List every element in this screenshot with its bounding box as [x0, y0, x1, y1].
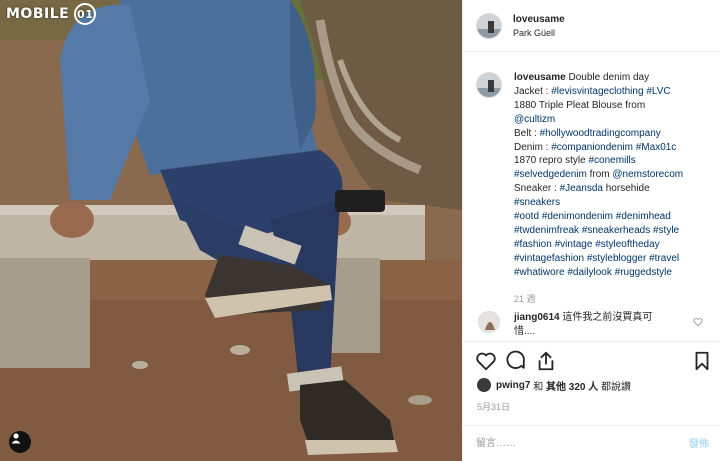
comment-text: jiang0614 這件我之前沒買真可 惜....: [514, 311, 684, 338]
heart-icon: [476, 352, 496, 371]
caption-line: #vintagefashion #styleblogger #travel: [514, 252, 714, 266]
bookmark-icon: [695, 351, 709, 371]
caption-text-segment: Sneaker :: [514, 183, 560, 195]
hashtag-link[interactable]: #Jeansda: [560, 183, 603, 194]
caption-text-segment: Belt :: [514, 127, 540, 139]
hashtag-link[interactable]: #travel: [649, 253, 679, 264]
avatar[interactable]: [476, 13, 502, 39]
person-icon: [11, 433, 21, 444]
comment-body-line2: 惜....: [514, 325, 536, 337]
caption-line: #selvedgedenim from @nemstorecom: [514, 168, 714, 182]
caption-text-segment: 1870 repro style: [514, 155, 589, 167]
photo-scene: [0, 0, 462, 461]
hashtag-link[interactable]: #vintagefashion: [514, 253, 584, 264]
hashtag-link[interactable]: #denimhead: [616, 211, 671, 222]
hashtag-link[interactable]: #Max01c: [636, 142, 677, 153]
save-button[interactable]: [691, 350, 713, 372]
commenter-username[interactable]: jiang0614: [514, 312, 560, 323]
like-button[interactable]: [475, 350, 497, 372]
caption-text-segment: 1880 Triple Pleat Blouse from: [514, 99, 646, 111]
site-watermark: MOBILE 01: [6, 3, 97, 25]
caption-text-segment: Double denim day: [568, 72, 650, 83]
comment-button[interactable]: [505, 350, 527, 372]
hashtag-link[interactable]: #companiondenim: [551, 142, 633, 153]
caption-line: Belt : #hollywoodtradingcompany: [514, 127, 714, 141]
hashtag-link[interactable]: #whatiwore: [514, 267, 565, 278]
caption-text-segment: Jacket :: [514, 85, 552, 97]
avatar-image: [477, 73, 501, 97]
caption-time-ago: 21 週: [514, 294, 536, 304]
caption-line: 1880 Triple Pleat Blouse from: [514, 99, 714, 113]
comment-item: jiang0614 這件我之前沒買真可 惜....: [463, 305, 720, 341]
comment-body-line1: 這件我之前沒買真可: [562, 312, 653, 323]
hashtag-link[interactable]: #style: [653, 225, 679, 236]
post-header: loveusame Park Güell: [463, 0, 720, 52]
comment-input[interactable]: [476, 434, 656, 452]
post-date: 5月31日: [477, 402, 511, 412]
liker-avatar[interactable]: [477, 378, 491, 392]
likes-others-link[interactable]: 其他 320 人: [546, 378, 598, 393]
avatar-image: [479, 312, 499, 332]
hashtag-link[interactable]: #levisvintageclothing: [551, 86, 643, 97]
hashtag-link[interactable]: #styleoftheday: [595, 239, 660, 250]
hashtag-link[interactable]: @nemstorecom: [612, 169, 683, 180]
post-username[interactable]: loveusame: [513, 14, 565, 25]
caption-line: 1870 repro style #conemills: [514, 154, 714, 168]
caption-line: Jacket : #levisvintageclothing #LVC: [514, 85, 714, 99]
hashtag-link[interactable]: #ruggedstyle: [615, 267, 672, 278]
user-tag-icon[interactable]: [9, 431, 31, 453]
hashtag-link[interactable]: #styleblogger: [587, 253, 646, 264]
caption-text: loveusame Double denim day Jacket : #levi…: [514, 71, 714, 280]
hashtag-link[interactable]: #ootd: [514, 211, 539, 222]
hashtag-link[interactable]: #fashion: [514, 239, 552, 250]
likes-and: 和: [530, 381, 547, 393]
hashtag-link[interactable]: @cultizm: [514, 114, 555, 125]
avatar[interactable]: [476, 72, 502, 98]
caption-line: Sneaker : #Jeansda horsehide: [514, 182, 714, 196]
likes-summary: pwing7 和 其他 320 人 都說讚: [477, 377, 631, 393]
caption-line: #ootd #denimondenim #denimhead: [514, 210, 714, 224]
liker-username[interactable]: pwing7: [496, 380, 530, 391]
action-bar: [463, 341, 720, 379]
caption-line: #sneakers: [514, 196, 714, 210]
hashtag-link[interactable]: #hollywoodtradingcompany: [540, 128, 661, 139]
watermark-text: MOBILE: [6, 6, 70, 22]
watermark-badge: 01: [74, 3, 97, 25]
caption-username[interactable]: loveusame: [514, 72, 568, 83]
avatar-image: [477, 14, 501, 38]
caption-line: @cultizm: [514, 113, 714, 127]
share-button[interactable]: [535, 350, 557, 372]
hashtag-link[interactable]: #vintage: [555, 239, 593, 250]
share-icon: [538, 351, 554, 371]
post-photo[interactable]: MOBILE 01: [0, 0, 462, 461]
add-comment-section: 發佈: [463, 425, 720, 461]
caption-line: Denim : #companiondenim #Max01c: [514, 141, 714, 155]
hashtag-link[interactable]: #conemills: [589, 155, 636, 166]
caption-text-segment: Denim :: [514, 141, 552, 153]
caption-line: #twdenimfreak #sneakerheads #style: [514, 224, 714, 238]
post-location[interactable]: Park Güell: [513, 28, 555, 38]
comment-icon: [506, 350, 525, 369]
likes-suffix: 都說讚: [598, 381, 632, 393]
caption-text-segment: horsehide: [602, 183, 650, 195]
hashtag-link[interactable]: #sneakers: [514, 197, 560, 208]
hashtag-link[interactable]: #LVC: [646, 86, 670, 97]
heart-outline-icon[interactable]: [693, 317, 703, 330]
hashtag-link[interactable]: #dailylook: [567, 267, 611, 278]
caption-line: #fashion #vintage #styleoftheday: [514, 238, 714, 252]
hashtag-link[interactable]: #selvedgedenim: [514, 169, 587, 180]
hashtag-link[interactable]: #twdenimfreak: [514, 225, 579, 236]
hashtag-link[interactable]: #denimondenim: [542, 211, 613, 222]
hashtag-link[interactable]: #sneakerheads: [582, 225, 650, 236]
post-comment-button[interactable]: 發佈: [689, 435, 709, 450]
caption-line: #whatiwore #dailylook #ruggedstyle: [514, 266, 714, 280]
commenter-avatar[interactable]: [478, 311, 500, 333]
caption-line: loveusame Double denim day: [514, 71, 714, 85]
caption-text-segment: from: [586, 169, 613, 181]
post-details-panel: loveusame Park Güell loveusame Double de…: [462, 0, 720, 461]
